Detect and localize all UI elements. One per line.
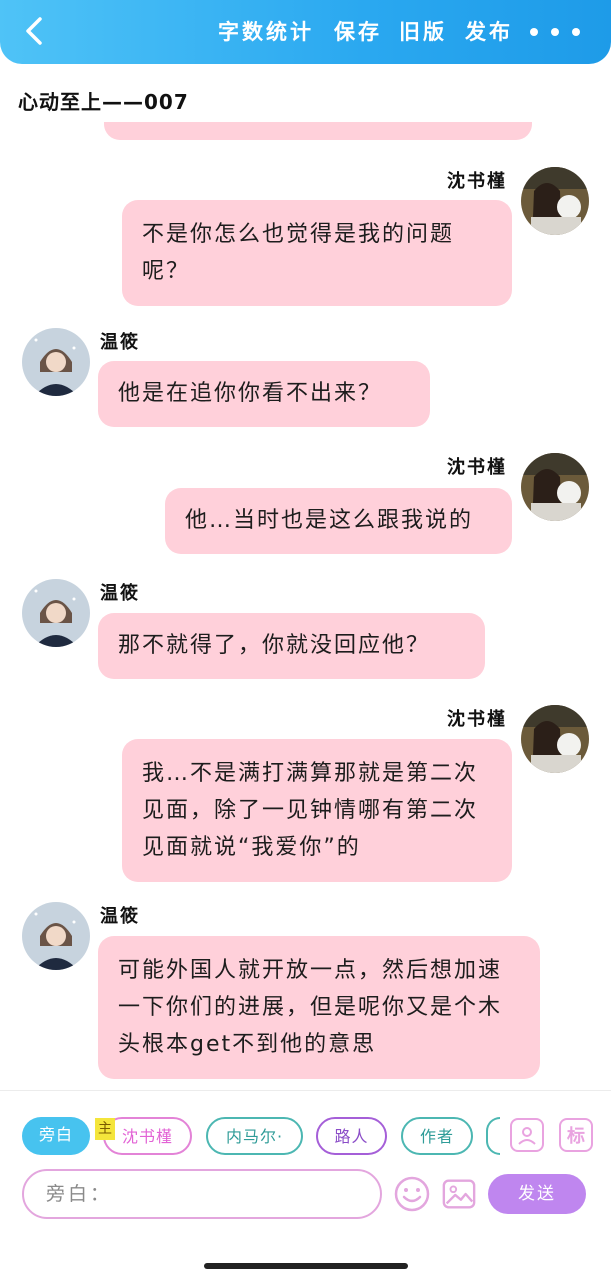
image-icon[interactable]	[441, 1176, 479, 1214]
sender-name: 沈书槿	[447, 171, 507, 192]
message-bubble[interactable]: 不是你怎么也觉得是我的问题呢？	[122, 200, 512, 306]
chevron-left-icon	[26, 17, 42, 45]
message-input[interactable]: 旁白：	[22, 1169, 382, 1219]
more-dots-icon[interactable]	[530, 18, 580, 46]
message-bubble[interactable]: 他…当时也是这么跟我说的	[165, 488, 512, 554]
sender-name: 沈书槿	[447, 457, 507, 478]
message-bubble[interactable]: 那不就得了，你就没回应他？	[98, 613, 485, 679]
main-role-badge: 主	[95, 1118, 115, 1140]
avatar-wen[interactable]	[22, 902, 90, 970]
save-button[interactable]: 保存	[334, 16, 382, 48]
avatar-wen[interactable]	[22, 579, 90, 647]
send-button[interactable]: 发送	[488, 1174, 586, 1214]
previous-bubble-edge	[104, 122, 532, 140]
message-bubble[interactable]: 他是在追你你看不出来？	[98, 361, 430, 427]
word-count-button[interactable]: 字数统计	[218, 16, 314, 48]
avatar-shen[interactable]	[521, 167, 589, 235]
role-chip-neymar[interactable]: 内马尔·	[206, 1117, 303, 1155]
back-button[interactable]	[14, 10, 54, 52]
avatar-wen[interactable]	[22, 328, 90, 396]
sender-name: 温筱	[100, 332, 140, 353]
home-indicator	[204, 1263, 408, 1269]
emoji-icon[interactable]	[393, 1175, 431, 1213]
top-bar: 字数统计 保存 旧版 发布	[0, 0, 611, 64]
role-chip-shen[interactable]: 沈书槿	[103, 1117, 192, 1155]
message-bubble[interactable]: 可能外国人就开放一点，然后想加速一下你们的进展，但是呢你又是个木头根本get不到…	[98, 936, 540, 1079]
tag-icon[interactable]: 标	[559, 1118, 593, 1152]
avatar-shen[interactable]	[521, 705, 589, 773]
sender-name: 温筱	[100, 906, 140, 927]
avatar-shen[interactable]	[521, 453, 589, 521]
document-title: 心动至上——007	[18, 90, 189, 114]
publish-button[interactable]: 发布	[465, 16, 513, 48]
role-chip-passerby[interactable]: 路人	[316, 1117, 387, 1155]
role-chip-author[interactable]: 作者	[401, 1117, 473, 1155]
message-bubble[interactable]: 我…不是满打满算那就是第二次见面，除了一见钟情哪有第二次见面就说“我爱你”的	[122, 739, 512, 882]
character-icon[interactable]	[510, 1118, 544, 1152]
role-chip-narration[interactable]: 旁白	[22, 1117, 90, 1155]
old-version-button[interactable]: 旧版	[399, 16, 447, 48]
sender-name: 温筱	[100, 583, 140, 604]
role-chip-more[interactable]	[486, 1117, 500, 1155]
sender-name: 沈书槿	[447, 709, 507, 730]
